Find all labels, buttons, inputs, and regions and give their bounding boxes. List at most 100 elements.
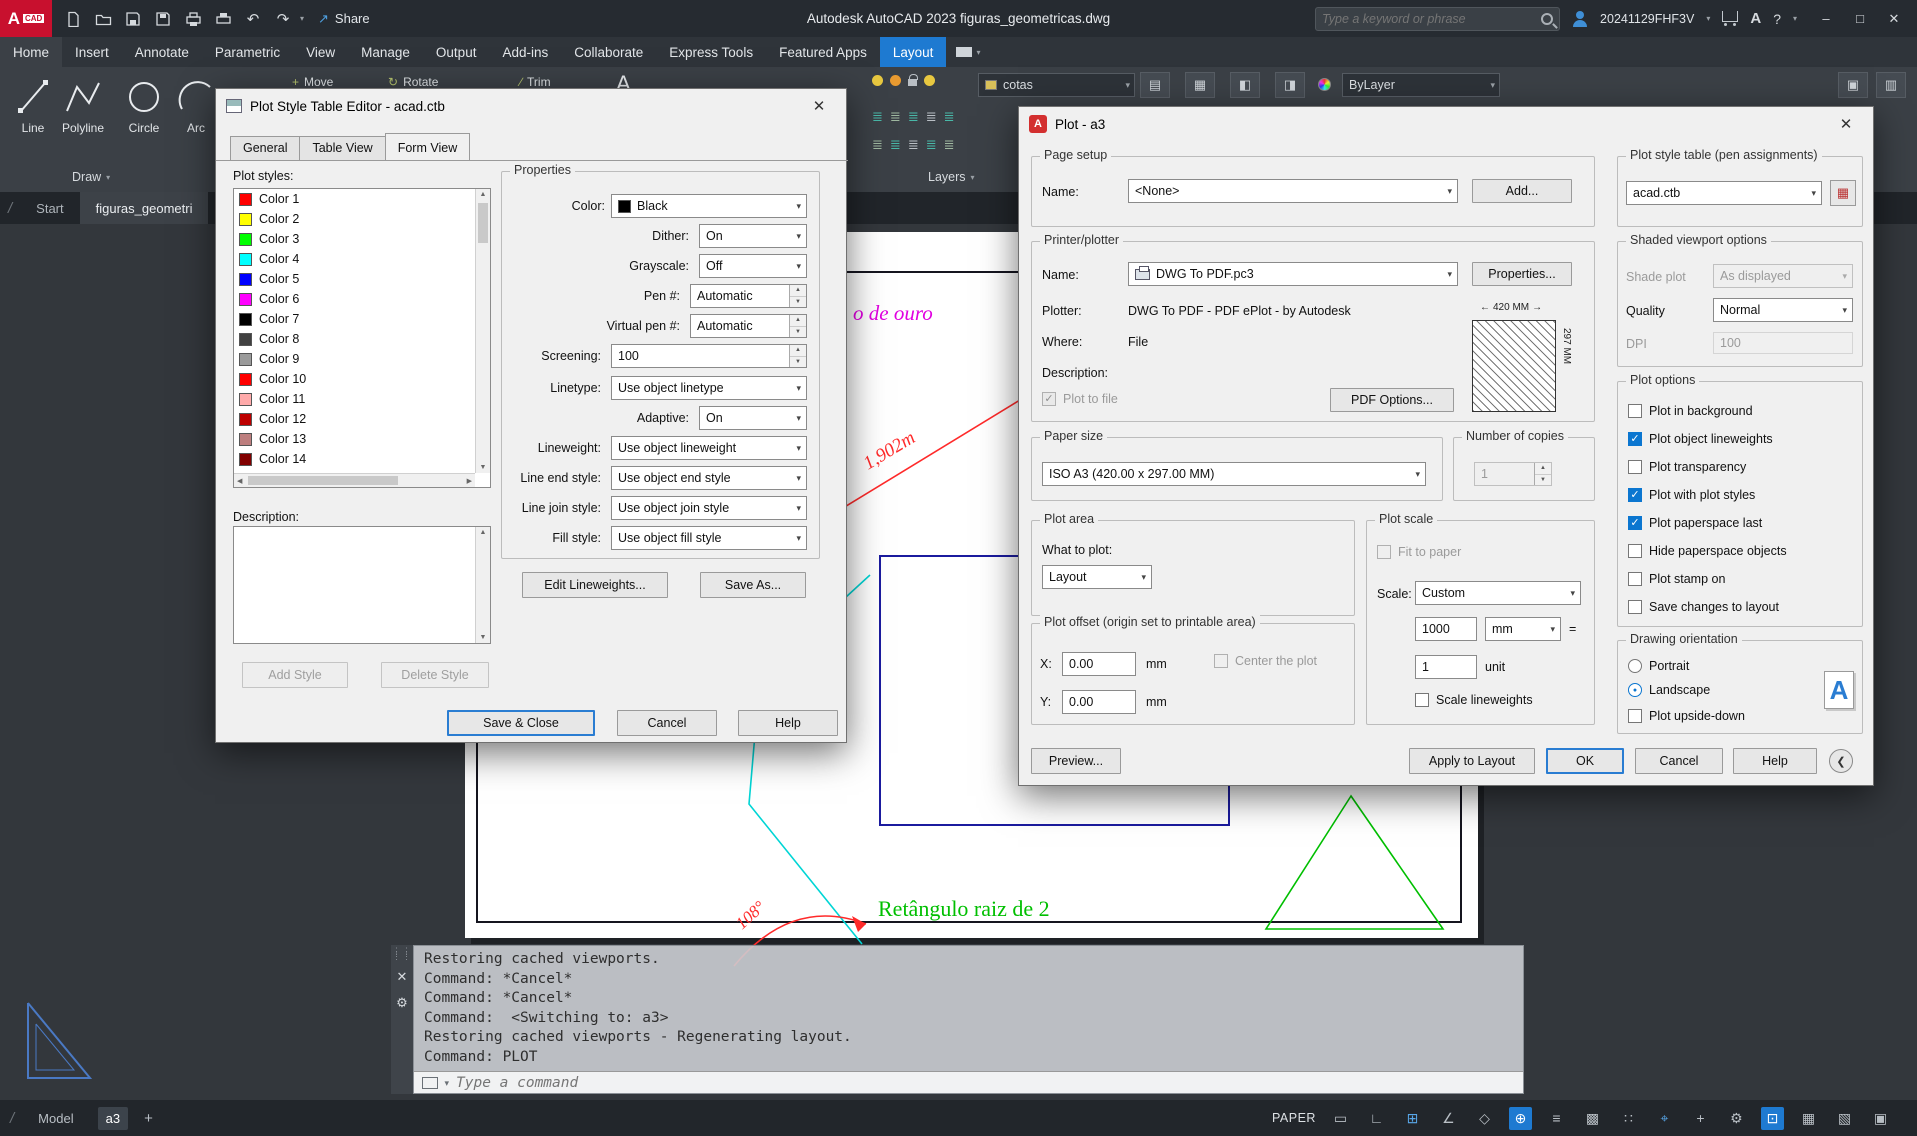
plot-to-file-checkbox[interactable]: ✓ Plot to file <box>1042 392 1118 406</box>
edit-plot-style-button[interactable]: ▦ <box>1830 180 1856 206</box>
printer-properties-button[interactable]: Properties... <box>1472 262 1572 286</box>
description-vscrollbar[interactable] <box>475 527 490 643</box>
draw-panel-expand-icon[interactable]: ▾ <box>106 173 110 182</box>
spinner-arrows-icon[interactable] <box>1534 463 1551 485</box>
scale-denominator-field[interactable]: 1 <box>1415 655 1477 679</box>
ribbon-tab-insert[interactable]: Insert <box>62 37 122 67</box>
annotation-monitor-icon[interactable]: ⊡ <box>1760 1106 1784 1130</box>
center-plot-checkbox[interactable]: Center the plot <box>1214 654 1317 668</box>
color-combo[interactable]: Black <box>611 194 807 218</box>
dither-combo[interactable]: On <box>699 224 807 248</box>
command-options-icon[interactable] <box>422 1076 449 1089</box>
cancel-button[interactable]: Cancel <box>617 710 717 736</box>
save-as-button[interactable]: Save As... <box>700 572 806 598</box>
layer-tool-icon[interactable]: ≣ <box>908 109 919 125</box>
layer-tool-icon[interactable]: ≣ <box>926 109 937 125</box>
scale-lineweights-checkbox[interactable]: Scale lineweights <box>1415 693 1533 707</box>
layout-tab-a3[interactable]: a3 <box>97 1106 129 1130</box>
object-color-combo[interactable]: ByLayer <box>1342 73 1500 97</box>
layer-tool-icon[interactable]: ≣ <box>926 137 937 153</box>
plot-transparency-checkbox[interactable]: Plot transparency <box>1628 460 1746 474</box>
units-icon[interactable]: ▦ <box>1797 1107 1820 1130</box>
save-and-close-button[interactable]: Save & Close <box>447 710 595 736</box>
search-icon[interactable] <box>1541 12 1554 25</box>
isodraft-icon[interactable]: ◇ <box>1473 1107 1496 1130</box>
circle-tool[interactable]: Circle <box>124 75 164 135</box>
match-properties-icon[interactable]: ◧ <box>1230 72 1260 98</box>
add-page-setup-button[interactable]: Add... <box>1472 179 1572 203</box>
paste-icon[interactable]: ▤ <box>1140 72 1170 98</box>
plot-styles-vscrollbar[interactable] <box>475 189 490 473</box>
plot-style-item[interactable]: Color 12 <box>234 409 490 429</box>
plot-style-item[interactable]: Color 11 <box>234 389 490 409</box>
command-window[interactable]: ⋮⋮ ⋮⋮ ✕ ⚙ Restoring cached viewports. Com… <box>391 945 1524 1094</box>
file-tab-start[interactable]: Start <box>20 192 79 224</box>
cancel-button[interactable]: Cancel <box>1635 748 1723 774</box>
description-textarea[interactable] <box>233 526 491 644</box>
draw-panel-label[interactable]: Draw ▾ <box>72 170 110 184</box>
shade-plot-combo[interactable]: As displayed <box>1713 264 1853 288</box>
ribbon-tab-home[interactable]: Home <box>0 37 63 67</box>
plot-dialog-titlebar[interactable]: A Plot - a3 ✕ <box>1019 107 1873 141</box>
transparency-icon[interactable]: ▩ <box>1581 1107 1604 1130</box>
adaptive-combo[interactable]: On <box>699 406 807 430</box>
plot-style-table-combo[interactable]: acad.ctb <box>1626 181 1822 205</box>
tab-form-view[interactable]: Form View <box>384 133 471 160</box>
ok-button[interactable]: OK <box>1546 748 1624 774</box>
printer-name-combo[interactable]: DWG To PDF.pc3 <box>1128 262 1458 286</box>
ribbon-tab-express-tools[interactable]: Express Tools <box>656 37 766 67</box>
plot-style-item[interactable]: Color 4 <box>234 249 490 269</box>
plot-style-item[interactable]: Color 1 <box>234 189 490 209</box>
annotation-scale-icon[interactable]: + <box>1689 1107 1712 1130</box>
save-as-icon[interactable] <box>150 6 176 32</box>
plot-style-item[interactable]: Color 10 <box>234 369 490 389</box>
scale-numerator-field[interactable]: 1000 <box>1415 617 1477 641</box>
new-file-icon[interactable] <box>60 6 86 32</box>
offset-y-field[interactable]: 0.00 <box>1062 690 1136 714</box>
plot-upside-down-checkbox[interactable]: Plot upside-down <box>1628 709 1745 723</box>
command-window-grip[interactable]: ⋮⋮ ⋮⋮ ✕ ⚙ <box>391 945 413 1094</box>
help-button[interactable]: Help <box>738 710 838 736</box>
plot-object-lineweights-checkbox[interactable]: ✓ Plot object lineweights <box>1628 432 1773 446</box>
plot-style-editor-titlebar[interactable]: Plot Style Table Editor - acad.ctb ✕ <box>216 89 846 123</box>
plot-styles-list[interactable]: Color 1 Color 2 Color 3 Color 4 Color 5 … <box>233 188 491 488</box>
plot-with-plot-styles-checkbox[interactable]: ✓ Plot with plot styles <box>1628 488 1755 502</box>
ruler-icon[interactable]: ▭ <box>1329 1107 1352 1130</box>
paper-size-combo[interactable]: ISO A3 (420.00 x 297.00 MM) <box>1042 462 1426 486</box>
arc-tool[interactable]: Arc <box>178 75 214 135</box>
polyline-tool[interactable]: Polyline <box>62 75 104 135</box>
plot-style-item[interactable]: Color 3 <box>234 229 490 249</box>
help-icon[interactable]: ? <box>1773 11 1781 27</box>
delete-style-button[interactable]: Delete Style <box>381 662 489 688</box>
lineweight-icon[interactable]: ≡ <box>1545 1107 1568 1130</box>
ribbon-tab-addins[interactable]: Add-ins <box>489 37 561 67</box>
layer-tool-icon[interactable]: ≣ <box>872 109 883 125</box>
pdf-options-button[interactable]: PDF Options... <box>1330 388 1454 412</box>
move-tool[interactable]: + Move <box>292 75 333 89</box>
share-button[interactable]: ↗ Share <box>318 11 370 27</box>
help-dropdown-icon[interactable]: ▾ <box>1793 14 1797 23</box>
add-style-button[interactable]: Add Style <box>242 662 348 688</box>
print-icon[interactable] <box>210 6 236 32</box>
ribbon-tab-featured-apps[interactable]: Featured Apps <box>766 37 880 67</box>
layer-tool-icon[interactable]: ≣ <box>890 109 901 125</box>
spinner-arrows-icon[interactable] <box>789 345 806 367</box>
hide-paperspace-objects-checkbox[interactable]: Hide paperspace objects <box>1628 544 1787 558</box>
plot-style-item[interactable]: Color 6 <box>234 289 490 309</box>
ribbon-tab-collaborate[interactable]: Collaborate <box>561 37 656 67</box>
selection-cycling-icon[interactable]: ∷ <box>1617 1107 1640 1130</box>
trim-tool[interactable]: ∕ Trim <box>520 75 551 89</box>
layer-tool-icon[interactable]: ≣ <box>872 137 883 153</box>
maximize-button[interactable]: □ <box>1843 0 1877 37</box>
ortho-icon[interactable]: ∟ <box>1365 1107 1388 1130</box>
user-id[interactable]: 20241129FHF3V <box>1600 12 1694 26</box>
screening-spinner[interactable]: 100 <box>611 344 807 368</box>
plot-style-item[interactable]: Color 7 <box>234 309 490 329</box>
plot-styles-hscrollbar[interactable] <box>234 473 475 487</box>
plot-icon[interactable] <box>180 6 206 32</box>
less-options-icon[interactable]: ❮ <box>1829 749 1853 773</box>
ribbon-tab-output[interactable]: Output <box>423 37 490 67</box>
ribbon-tab-manage[interactable]: Manage <box>348 37 423 67</box>
layer-freeze-icon[interactable] <box>890 75 901 86</box>
paper-model-toggle[interactable]: PAPER <box>1272 1111 1316 1125</box>
